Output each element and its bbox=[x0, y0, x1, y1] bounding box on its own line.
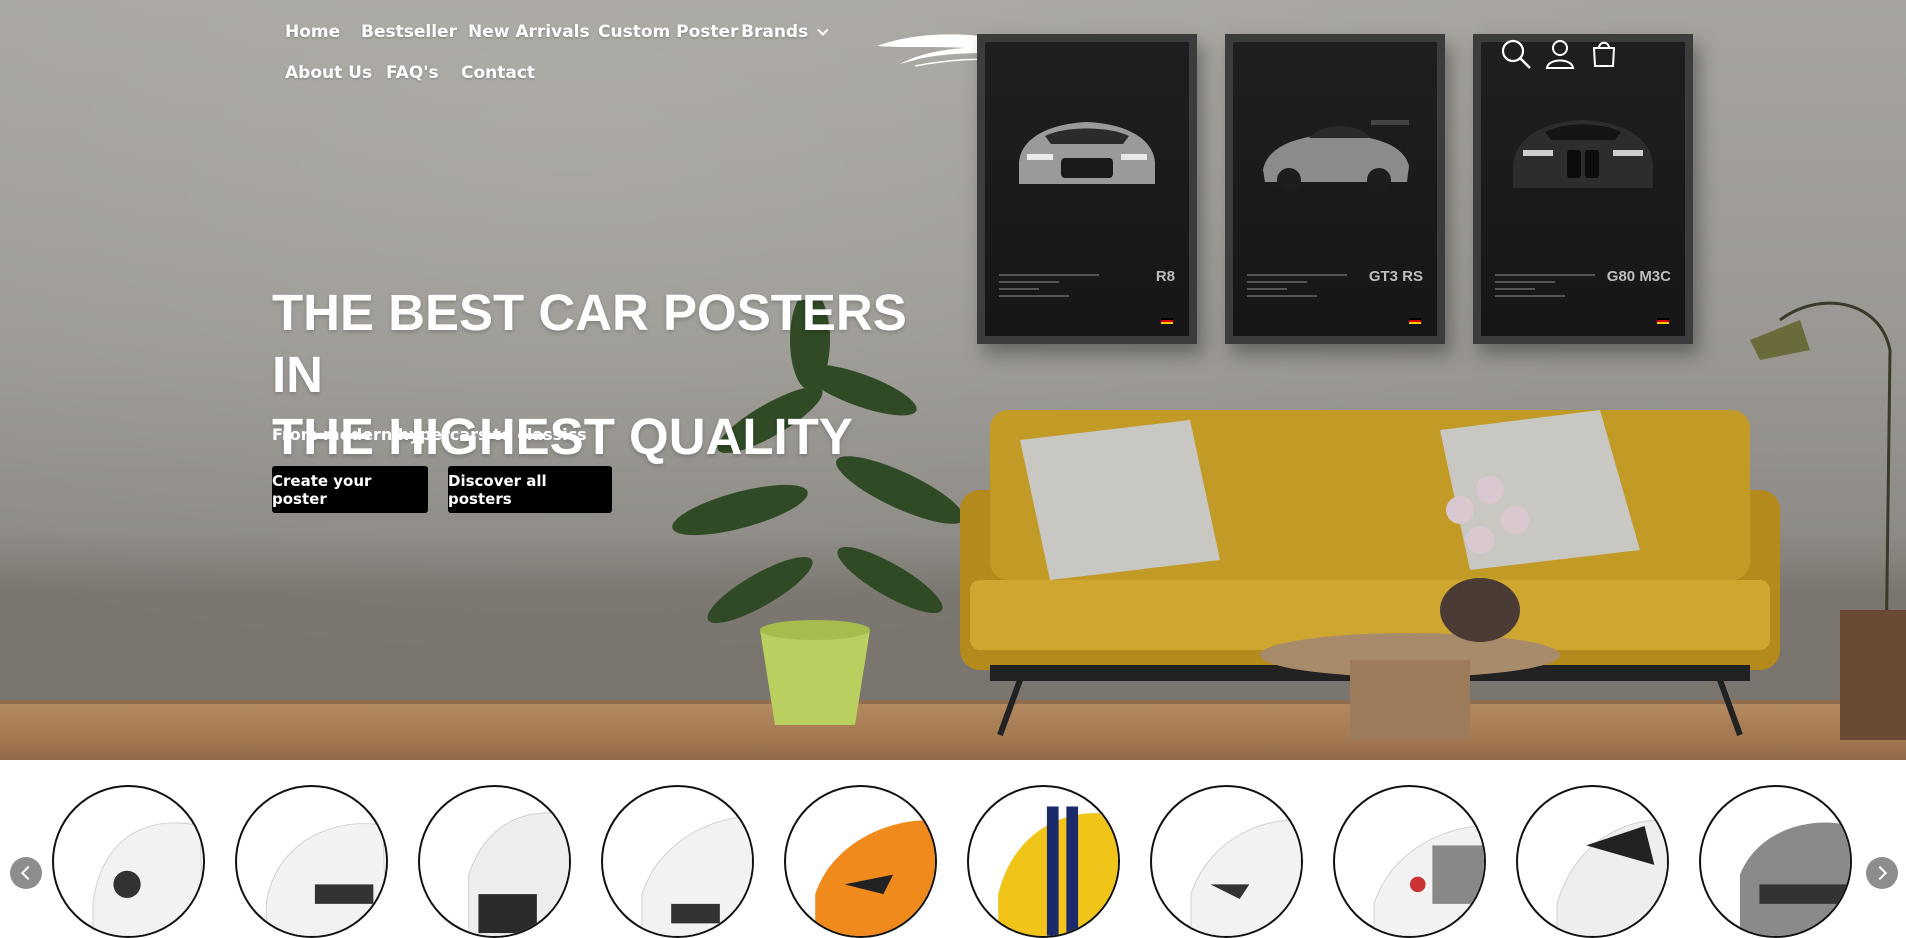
poster-frame-bmw: G80 M3C bbox=[1473, 34, 1693, 344]
nav-brands-label: Brands bbox=[741, 22, 809, 42]
chevron-right-icon[interactable] bbox=[1866, 857, 1898, 889]
discover-posters-button[interactable]: Discover all posters bbox=[448, 466, 612, 513]
floor-lamp-image bbox=[1750, 301, 1906, 740]
brand-carousel bbox=[0, 760, 1906, 938]
nav-faqs[interactable]: FAQ's bbox=[386, 63, 439, 83]
cart-icon[interactable] bbox=[1588, 38, 1620, 70]
create-poster-button[interactable]: Create your poster bbox=[272, 466, 428, 513]
bmw-m3-car-image bbox=[1513, 120, 1653, 188]
porsche-gt3rs-car-image bbox=[1263, 120, 1409, 192]
account-icon[interactable] bbox=[1544, 38, 1576, 70]
germany-flag-icon bbox=[1409, 318, 1421, 324]
carousel-item[interactable] bbox=[967, 785, 1120, 938]
poster-model-label: G80 M3C bbox=[1606, 268, 1671, 285]
carousel-item[interactable] bbox=[784, 785, 937, 938]
carousel-item[interactable] bbox=[1150, 785, 1303, 938]
carousel-item[interactable] bbox=[1699, 785, 1852, 938]
header-icons bbox=[1500, 38, 1620, 72]
germany-flag-icon bbox=[1161, 318, 1173, 324]
chevron-down-icon bbox=[817, 24, 829, 36]
poster-frame-porsche: GT3 RS bbox=[1225, 34, 1445, 344]
carousel-item[interactable] bbox=[1333, 785, 1486, 938]
carousel-item[interactable] bbox=[418, 785, 571, 938]
carousel-item[interactable] bbox=[601, 785, 754, 938]
carousel-item[interactable] bbox=[52, 785, 205, 938]
hero-banner: Home Bestseller New Arrivals Custom Post… bbox=[0, 0, 1906, 760]
carousel-item[interactable] bbox=[1516, 785, 1669, 938]
poster-model-label: R8 bbox=[1155, 268, 1175, 285]
yellow-sofa-image bbox=[960, 410, 1780, 740]
audi-r8-car-image bbox=[1019, 122, 1155, 184]
carousel-item[interactable] bbox=[235, 785, 388, 938]
nav-bestseller[interactable]: Bestseller bbox=[361, 22, 457, 42]
germany-flag-icon bbox=[1657, 318, 1669, 324]
hero-title-line1: THE BEST CAR POSTERS IN bbox=[272, 284, 907, 403]
nav-brands[interactable]: Brands bbox=[741, 22, 829, 42]
nav-home[interactable]: Home bbox=[285, 22, 340, 42]
poster-frame-audi: R8 bbox=[977, 34, 1197, 344]
nav-new-arrivals[interactable]: New Arrivals bbox=[468, 22, 590, 42]
nav-custom-poster[interactable]: Custom Poster bbox=[598, 22, 738, 42]
nav-contact[interactable]: Contact bbox=[461, 63, 535, 83]
poster-model-label: GT3 RS bbox=[1368, 268, 1423, 285]
nav-about-us[interactable]: About Us bbox=[285, 63, 372, 83]
chevron-left-icon[interactable] bbox=[10, 857, 42, 889]
hero-subtitle: From modern hypercars to classics bbox=[272, 425, 587, 444]
search-icon[interactable] bbox=[1500, 38, 1532, 70]
